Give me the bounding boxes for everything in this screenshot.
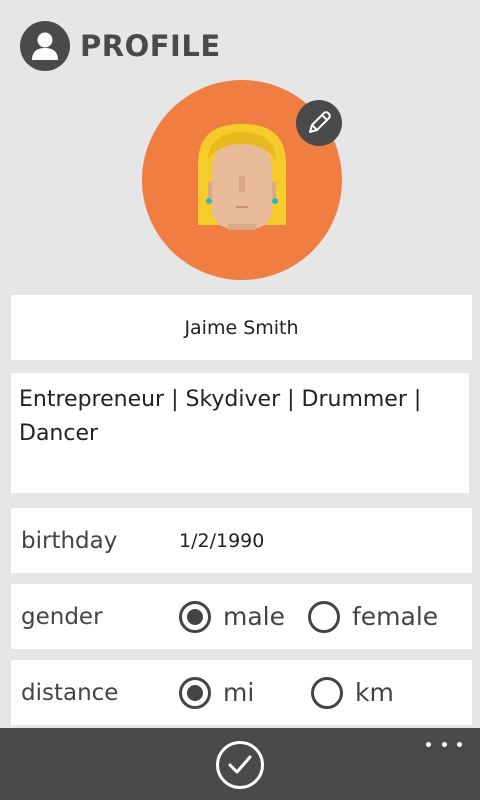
profile-page: PROFILE Jaime Smith Entrepreneur | Skydi…	[0, 0, 480, 800]
name-field[interactable]: Jaime Smith	[11, 295, 472, 360]
user-icon	[20, 21, 70, 71]
gender-male-label: male	[223, 602, 285, 631]
checkmark-icon	[228, 755, 252, 774]
distance-label: distance	[21, 679, 119, 706]
distance-mi-radio[interactable]: mi	[179, 676, 255, 709]
radio-unselected-icon	[311, 676, 343, 709]
more-icon	[426, 741, 431, 747]
radio-selected-icon	[179, 676, 211, 709]
bio-field[interactable]: Entrepreneur | Skydiver | Drummer | Danc…	[11, 373, 469, 493]
birthday-row: birthday 1/2/1990	[11, 508, 472, 573]
pencil-icon	[309, 111, 331, 133]
birthday-label: birthday	[21, 527, 118, 554]
bio-value: Entrepreneur | Skydiver | Drummer | Danc…	[19, 387, 422, 446]
radio-unselected-icon	[308, 600, 340, 633]
radio-selected-icon	[179, 600, 211, 633]
gender-label: gender	[21, 603, 103, 630]
app-bar	[0, 728, 480, 800]
edit-avatar-button[interactable]	[296, 100, 342, 146]
gender-female-label: female	[352, 602, 439, 631]
avatar-container	[142, 80, 342, 280]
gender-male-radio[interactable]: male	[179, 600, 285, 633]
distance-km-radio[interactable]: km	[311, 676, 394, 709]
more-button[interactable]	[426, 736, 462, 752]
distance-km-label: km	[355, 678, 394, 707]
distance-row: distance mi km	[11, 660, 472, 725]
page-title: PROFILE	[80, 29, 221, 63]
name-value: Jaime Smith	[184, 316, 299, 339]
birthday-value[interactable]: 1/2/1990	[179, 530, 264, 552]
distance-mi-label: mi	[223, 678, 255, 707]
header: PROFILE	[20, 20, 221, 72]
gender-female-radio[interactable]: female	[308, 600, 439, 633]
save-button[interactable]	[216, 741, 264, 789]
gender-row: gender male female	[11, 584, 472, 649]
